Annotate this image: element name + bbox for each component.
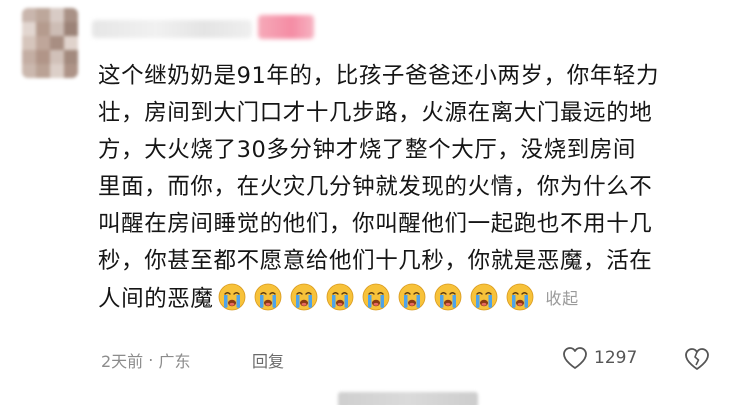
comment-line: 方，大火烧了30多分钟才烧了整个大厅，没烧到房间 [98, 137, 637, 163]
avatar-pixel [22, 8, 36, 22]
avatar[interactable] [22, 8, 78, 78]
meta-separator: · [148, 350, 154, 370]
user-badge-blurred [258, 15, 314, 39]
avatar-pixel [50, 8, 64, 22]
avatar-pixel [64, 8, 78, 22]
avatar-pixel [64, 50, 78, 64]
crying-face-emoji [218, 283, 245, 311]
crying-face-emoji [362, 283, 389, 311]
crying-face-emoji [506, 283, 533, 311]
cropped-text-blurred [338, 392, 478, 405]
comment-time: 2天前 [101, 352, 144, 371]
comment-meta: 2天前 · 广东 [101, 348, 190, 372]
dislike-button[interactable] [684, 347, 710, 375]
avatar-pixel [36, 8, 50, 22]
crying-face-emoji [398, 283, 425, 311]
avatar-pixel [64, 36, 78, 50]
broken-heart-icon [685, 348, 709, 370]
avatar-pixel [36, 36, 50, 50]
avatar-pixel [22, 36, 36, 50]
comment-line: 人间的恶魔 [98, 286, 214, 312]
comment-text: 这个继奶奶是91年的，比孩子爸爸还小两岁，你年轻力 壮，房间到大门口才十几步路，… [98, 58, 726, 317]
comment-line: 秒，你甚至都不愿意给他们十几秒，你就是恶魔，活在 [98, 248, 653, 274]
crying-face-emoji [434, 283, 461, 311]
avatar-pixel [50, 36, 64, 50]
avatar-pixel [36, 22, 50, 36]
like-button[interactable]: 1297 [562, 346, 637, 370]
comment-last-line: 人间的恶魔 收起 [98, 280, 726, 317]
collapse-link[interactable]: 收起 [546, 289, 579, 308]
comment-location: 广东 [158, 352, 191, 371]
crying-face-emoji [470, 283, 497, 311]
avatar-pixel [36, 50, 50, 64]
avatar-pixel [22, 64, 36, 78]
heart-outline-icon [563, 347, 587, 369]
comment-line: 叫醒在房间睡觉的他们，你叫醒他们一起跑也不用十几 [98, 211, 653, 237]
crying-face-emoji [326, 283, 353, 311]
avatar-pixel [50, 22, 64, 36]
avatar-pixel [22, 50, 36, 64]
reply-button[interactable]: 回复 [252, 348, 284, 372]
username-blurred[interactable] [92, 20, 252, 38]
comment-line: 这个继奶奶是91年的，比孩子爸爸还小两岁，你年轻力 [98, 63, 660, 89]
comment-line: 里面，而你，在火灾几分钟就发现的火情，你为什么不 [98, 174, 653, 200]
avatar-pixel [64, 22, 78, 36]
crying-face-emoji [254, 283, 281, 311]
avatar-pixel [22, 22, 36, 36]
crying-face-emoji [290, 283, 317, 311]
comment-line: 壮，房间到大门口才十几步路，火源在离大门最远的地 [98, 100, 653, 126]
like-count: 1297 [594, 348, 638, 368]
avatar-pixel [50, 50, 64, 64]
avatar-pixel [36, 64, 50, 78]
avatar-pixel [50, 64, 64, 78]
avatar-pixel [64, 64, 78, 78]
emoji-row [214, 283, 538, 312]
